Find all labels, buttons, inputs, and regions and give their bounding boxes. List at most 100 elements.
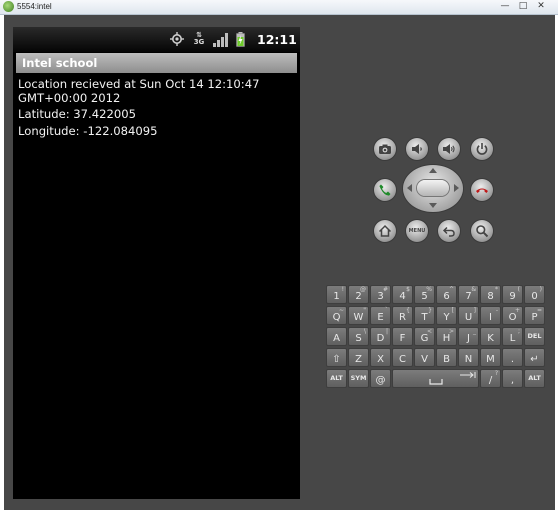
dpad-up-icon[interactable] <box>429 168 437 173</box>
key-y[interactable]: [Y <box>436 306 457 325</box>
volume-down-button[interactable] <box>406 138 428 160</box>
key-label: 6 <box>443 291 450 302</box>
search-button[interactable] <box>471 220 493 242</box>
key-label: R <box>399 312 406 323</box>
menu-label: MENU <box>408 228 426 234</box>
home-button[interactable] <box>374 220 396 242</box>
key-0[interactable]: ) 0 <box>524 285 545 304</box>
end-call-button[interactable] <box>471 179 493 201</box>
menu-button[interactable]: MENU <box>406 220 428 242</box>
key-period[interactable]: . <box>502 348 523 367</box>
dpad-left-icon[interactable] <box>407 184 412 192</box>
key-7[interactable]: & 7 <box>458 285 479 304</box>
call-button[interactable] <box>374 179 396 201</box>
key-8[interactable]: * 8 <box>480 285 501 304</box>
maximize-button[interactable]: □ <box>515 1 531 12</box>
key-t[interactable]: } T <box>414 306 435 325</box>
key-label: 1 <box>333 291 340 302</box>
key-label: G <box>420 333 429 344</box>
key-enter[interactable]: ↵ <box>524 348 545 367</box>
shift-icon: ⇧ <box>332 354 341 365</box>
key-label: DEL <box>527 332 542 340</box>
key-b[interactable]: B <box>436 348 457 367</box>
key-label: U <box>464 312 473 323</box>
key-shift[interactable]: ⇧ <box>326 348 347 367</box>
key-a[interactable]: A <box>326 327 347 346</box>
key-o[interactable]: + O <box>502 306 523 325</box>
key-h[interactable]: > H <box>436 327 457 346</box>
key-e[interactable]: ` E <box>370 306 391 325</box>
key-at[interactable]: @ <box>370 369 391 388</box>
end-call-icon <box>476 188 488 193</box>
phone-screen[interactable]: ⇅ 3G 12:11 Intel school Location recieved… <box>13 27 300 499</box>
key-label: ALT <box>330 374 343 382</box>
key-label: T <box>421 312 428 323</box>
key-comma[interactable]: , <box>502 369 523 388</box>
minimize-button[interactable]: — <box>497 1 513 12</box>
window-title: 5554:intel <box>17 2 52 11</box>
key-label: O <box>508 312 517 323</box>
key-r[interactable]: {R <box>392 306 413 325</box>
3g-icon: ⇅ 3G <box>193 31 205 46</box>
key-label: L <box>509 333 516 344</box>
key-slash[interactable]: ? / <box>480 369 501 388</box>
key-c[interactable]: C <box>392 348 413 367</box>
key-i[interactable]: -I <box>480 306 501 325</box>
volume-up-icon <box>443 144 455 154</box>
dpad-right-icon[interactable] <box>454 184 459 192</box>
key-j[interactable]: _ J <box>458 327 479 346</box>
close-button[interactable]: ✕ <box>533 1 549 12</box>
key-space[interactable] <box>392 369 479 388</box>
key-3[interactable]: #3 <box>370 285 391 304</box>
key-6[interactable]: ^ 6 <box>436 285 457 304</box>
volume-up-button[interactable] <box>438 138 460 160</box>
status-time: 12:11 <box>257 32 297 47</box>
key-z[interactable]: Z <box>348 348 369 367</box>
key-label: / <box>488 375 493 386</box>
key-9[interactable]: (9 <box>502 285 523 304</box>
key-2[interactable]: @2 <box>348 285 369 304</box>
key-label: 7 <box>465 291 472 302</box>
key-alt-right[interactable]: ALT <box>524 369 545 388</box>
key-l[interactable]: ; L <box>502 327 523 346</box>
dpad-center-button[interactable] <box>417 180 449 196</box>
back-icon <box>442 226 455 237</box>
home-icon <box>378 224 392 237</box>
camera-button[interactable] <box>374 138 396 160</box>
key-label: 3 <box>377 291 384 302</box>
key-sym[interactable]: SYM <box>348 369 369 388</box>
dpad[interactable] <box>403 165 463 212</box>
key-label: 4 <box>399 291 406 302</box>
key-m[interactable]: M <box>480 348 501 367</box>
key-s[interactable]: \ S <box>348 327 369 346</box>
key-label: 5 <box>421 291 428 302</box>
key-d[interactable]: | D <box>370 327 391 346</box>
key-label: D <box>376 333 385 344</box>
signal-icon <box>213 33 228 47</box>
key-label: F <box>399 333 406 344</box>
key-k[interactable]: K <box>480 327 501 346</box>
key-q[interactable]: ~ Q <box>326 306 347 325</box>
power-button[interactable] <box>471 138 493 160</box>
key-label: ALT <box>528 374 541 382</box>
key-v[interactable]: V <box>414 348 435 367</box>
dpad-down-icon[interactable] <box>429 203 437 208</box>
key-label: B <box>443 354 450 365</box>
key-alt-left[interactable]: ALT <box>326 369 347 388</box>
key-5[interactable]: % 5 <box>414 285 435 304</box>
key-w[interactable]: " W <box>348 306 369 325</box>
status-bar[interactable]: ⇅ 3G 12:11 <box>13 27 300 52</box>
key-f[interactable]: F <box>392 327 413 346</box>
key-4[interactable]: $4 <box>392 285 413 304</box>
back-button[interactable] <box>438 220 460 242</box>
key-label: E <box>377 312 384 323</box>
key-x[interactable]: X <box>370 348 391 367</box>
key-label: N <box>464 354 473 365</box>
key-1[interactable]: ! 1 <box>326 285 347 304</box>
key-p[interactable]: = P <box>524 306 545 325</box>
key-g[interactable]: < G <box>414 327 435 346</box>
key-delete[interactable]: DEL <box>524 327 545 346</box>
key-u[interactable]: ] U <box>458 306 479 325</box>
key-n[interactable]: N <box>458 348 479 367</box>
camera-icon <box>379 144 391 154</box>
